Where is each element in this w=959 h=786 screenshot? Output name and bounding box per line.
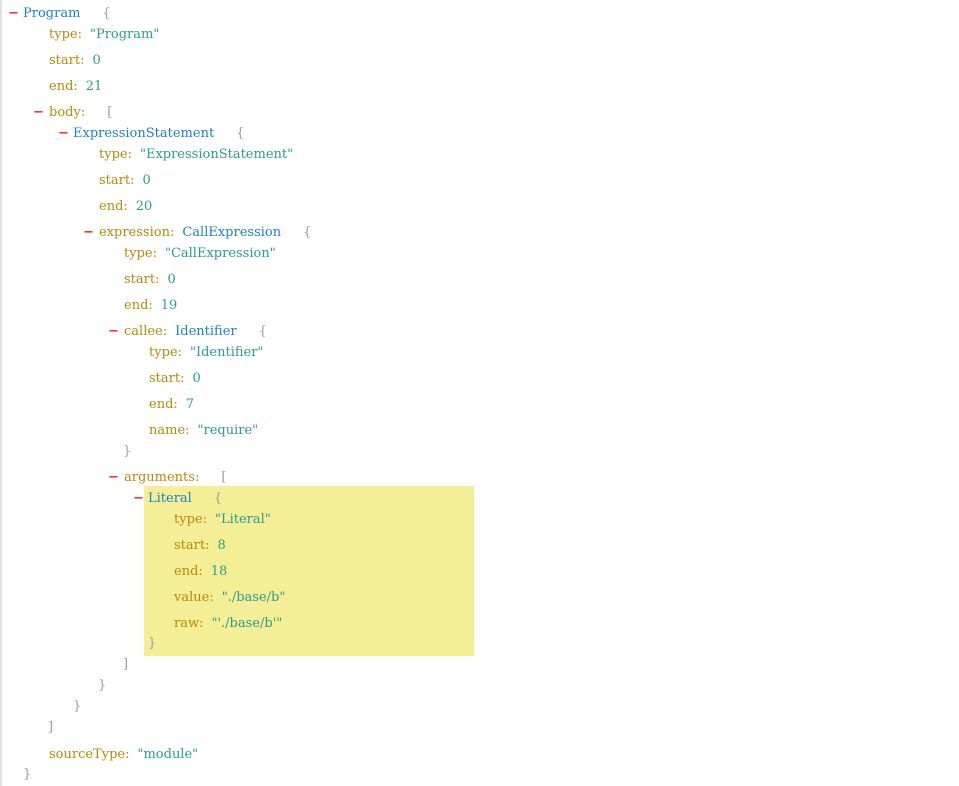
node-type-label[interactable]: Identifier xyxy=(175,324,236,339)
property-key: end: xyxy=(174,564,203,579)
close-brace: } xyxy=(148,636,157,651)
property-key: raw: xyxy=(174,616,204,631)
collapse-toggle-icon[interactable]: − xyxy=(108,323,119,341)
property-value: "CallExpression" xyxy=(164,246,276,261)
property-key: end: xyxy=(124,298,153,313)
tree-row-property: type: "Identifier" xyxy=(149,344,263,362)
property-value: "'./base/b'" xyxy=(211,616,283,631)
open-brace: { xyxy=(303,225,312,240)
tree-row-property: end: 21 xyxy=(49,78,102,96)
property-value: 0 xyxy=(192,371,201,386)
open-brace: { xyxy=(213,491,223,506)
property-value: "Program" xyxy=(89,27,160,42)
tree-row-property: type: "CallExpression" xyxy=(124,245,276,263)
property-key: end: xyxy=(149,397,178,412)
tree-row-property: sourceType: "module" xyxy=(49,746,198,764)
tree-row-property: start: 0 xyxy=(149,370,201,388)
property-key: end: xyxy=(99,199,128,214)
left-gutter-line xyxy=(0,0,2,786)
collapse-toggle-icon[interactable]: − xyxy=(58,125,69,143)
close-brace: } xyxy=(98,678,107,693)
tree-row-property: raw: "'./base/b'" xyxy=(174,615,282,633)
open-brace: { xyxy=(258,324,267,339)
property-key: sourceType: xyxy=(49,747,130,762)
tree-row-property: type: "ExpressionStatement" xyxy=(99,146,293,164)
tree-row-property: type: "Literal" xyxy=(174,511,271,529)
property-key[interactable]: expression: xyxy=(99,225,174,240)
open-bracket: [ xyxy=(221,470,227,485)
property-key: type: xyxy=(174,512,207,527)
property-key: start: xyxy=(99,173,135,188)
property-value: "Literal" xyxy=(214,512,271,527)
property-value: 8 xyxy=(217,538,226,553)
open-brace: { xyxy=(102,6,111,21)
property-key[interactable]: callee: xyxy=(124,324,167,339)
property-key: type: xyxy=(124,246,157,261)
property-value: 0 xyxy=(142,173,151,188)
node-type-label[interactable]: Literal xyxy=(148,491,192,506)
tree-row-property: end: 7 xyxy=(149,396,194,414)
property-key[interactable]: body: xyxy=(49,105,85,120)
property-key: start: xyxy=(124,272,160,287)
open-bracket: [ xyxy=(107,105,113,120)
property-value: 0 xyxy=(92,53,101,68)
node-type-label[interactable]: ExpressionStatement xyxy=(73,126,214,141)
property-key[interactable]: arguments: xyxy=(124,470,199,485)
property-value: "./base/b" xyxy=(221,590,286,605)
collapse-toggle-icon[interactable]: − xyxy=(8,5,19,23)
tree-row-property: start: 0 xyxy=(99,172,151,190)
tree-row-property: start: 0 xyxy=(49,52,101,70)
property-key: value: xyxy=(174,590,214,605)
tree-row-property: end: 19 xyxy=(124,297,177,315)
property-value: 21 xyxy=(85,79,103,94)
close-bracket: ] xyxy=(123,657,129,672)
property-key: name: xyxy=(149,423,190,438)
close-brace: } xyxy=(73,699,82,714)
tree-row-property: start: 8 xyxy=(174,537,226,555)
property-key: start: xyxy=(149,371,185,386)
property-key: type: xyxy=(49,27,82,42)
property-value: "Identifier" xyxy=(189,345,264,360)
property-key: start: xyxy=(49,53,85,68)
property-value: "require" xyxy=(197,423,259,438)
tree-row-property: name: "require" xyxy=(149,422,258,440)
tree-row-property: start: 0 xyxy=(124,271,176,289)
collapse-toggle-icon[interactable]: − xyxy=(83,224,94,242)
close-brace: } xyxy=(23,767,32,782)
property-value: 19 xyxy=(160,298,178,313)
collapse-toggle-icon[interactable]: − xyxy=(133,490,144,508)
tree-row-property: value: "./base/b" xyxy=(174,589,285,607)
node-type-label[interactable]: CallExpression xyxy=(182,225,281,240)
property-key: type: xyxy=(99,147,132,162)
property-value: 0 xyxy=(167,272,176,287)
property-value: 20 xyxy=(135,199,153,214)
property-value: 7 xyxy=(185,397,195,412)
property-value: 18 xyxy=(210,564,228,579)
tree-row-property: end: 18 xyxy=(174,563,227,581)
tree-row-property: end: 20 xyxy=(99,198,152,216)
close-brace: } xyxy=(123,444,132,459)
property-key: type: xyxy=(149,345,182,360)
close-bracket: ] xyxy=(48,720,54,735)
collapse-toggle-icon[interactable]: − xyxy=(33,104,44,122)
tree-row-property: type: "Program" xyxy=(49,26,159,44)
open-brace: { xyxy=(236,126,245,141)
property-value: "module" xyxy=(137,747,199,762)
collapse-toggle-icon[interactable]: − xyxy=(108,469,119,487)
property-key: start: xyxy=(174,538,210,553)
node-type-label[interactable]: Program xyxy=(23,6,80,21)
property-value: "ExpressionStatement" xyxy=(139,147,294,162)
property-key: end: xyxy=(49,79,78,94)
